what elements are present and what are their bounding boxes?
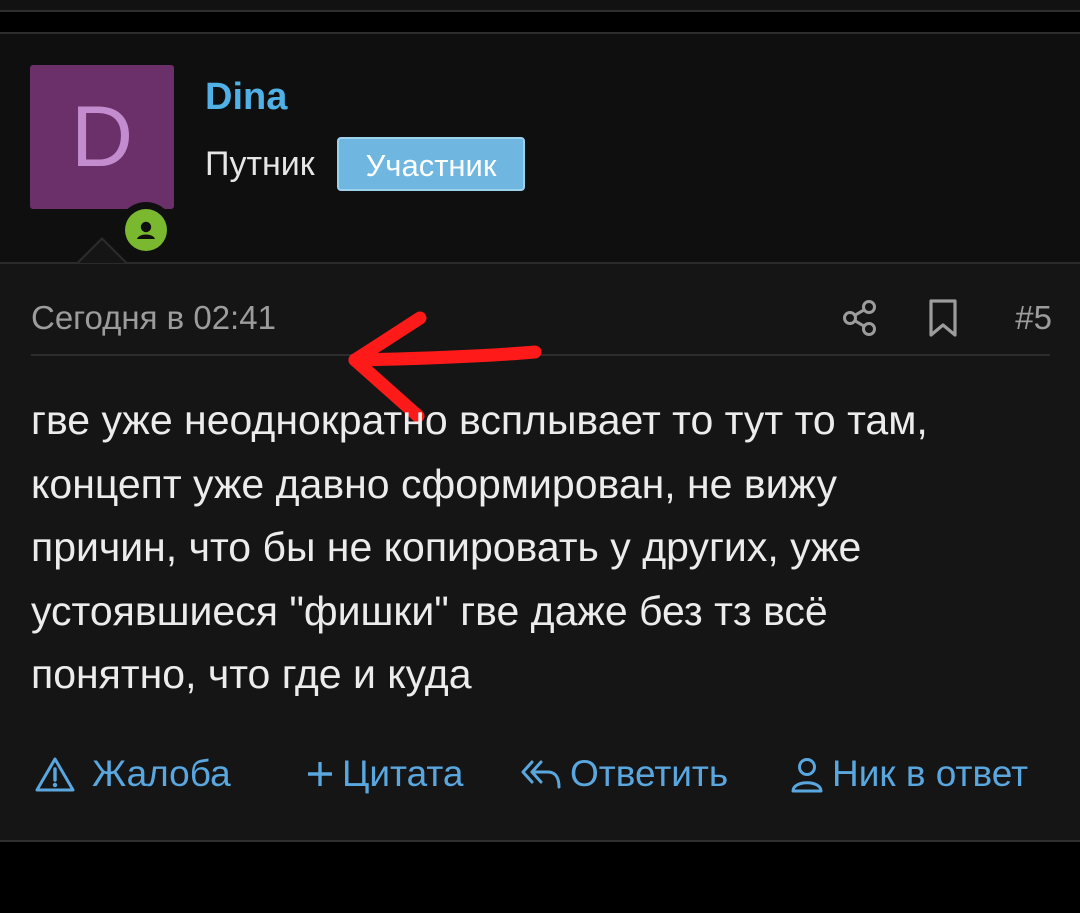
warning-icon	[35, 757, 75, 792]
post-author-header: D Dina Путник Участник	[0, 34, 1080, 264]
post-number-link[interactable]: #5	[1000, 296, 1052, 340]
reply-label: Ответить	[570, 753, 729, 794]
forum-post: D Dina Путник Участник Сегодня в 02:41 #…	[0, 32, 1080, 842]
author-username-link[interactable]: Dina	[205, 74, 287, 120]
report-button[interactable]: Жалоба	[34, 749, 244, 799]
mention-label: Ник в ответ	[832, 753, 1029, 794]
reply-button[interactable]: Ответить	[520, 749, 745, 799]
previous-post-bottom	[0, 0, 1080, 10]
reply-all-icon	[521, 760, 561, 789]
avatar[interactable]: D	[30, 65, 174, 209]
post-date-link[interactable]: Сегодня в 02:41	[31, 296, 276, 340]
author-title: Путник	[205, 145, 315, 183]
message-line: понятно, что где и куда	[31, 651, 472, 697]
bookmark-icon[interactable]	[925, 298, 961, 338]
mention-button[interactable]: Ник в ответ	[790, 749, 1050, 799]
message-line: концепт уже давно сформирован, не вижу	[31, 460, 837, 507]
message-line: причин, что бы не копировать у других, у…	[31, 524, 862, 570]
message-line: гве уже неоднократно всплывает то тут то…	[31, 397, 928, 443]
user-icon	[791, 758, 823, 793]
quote-button[interactable]: Цитата	[305, 749, 475, 799]
divider	[0, 840, 1080, 842]
header-pointer-fill	[79, 240, 125, 263]
quote-label: Цитата	[342, 753, 464, 794]
avatar-letter: D	[70, 89, 134, 185]
report-label: Жалоба	[92, 753, 231, 794]
online-user-icon	[125, 209, 167, 251]
divider	[0, 10, 1080, 12]
message-line: устоявшиеся "фишки" гве даже без тз всё	[31, 587, 828, 634]
author-role-badge: Участник	[337, 137, 525, 191]
post-message-body: гве уже неоднократно всплывает то тут то…	[31, 389, 1061, 707]
share-icon[interactable]	[840, 298, 880, 338]
plus-icon	[308, 762, 332, 786]
